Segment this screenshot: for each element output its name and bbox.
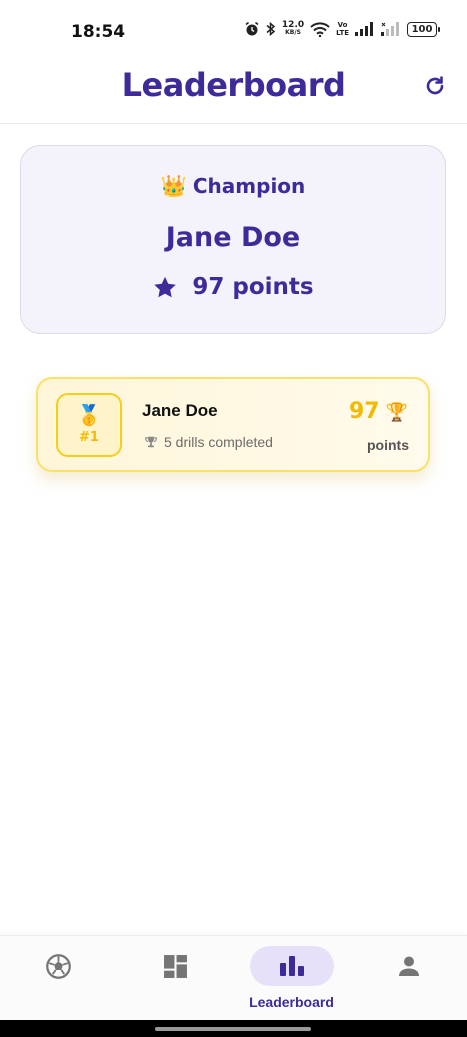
battery-indicator: 100 (407, 21, 440, 37)
score-value: 97 (348, 399, 380, 424)
drills-text: 5 drills completed (164, 434, 273, 450)
trophy-outline-icon (145, 436, 157, 448)
signal-strength-icon (355, 22, 373, 36)
rank-label: #1 (79, 429, 99, 445)
leaderboard-screen: 18:54 12.0 KB/S Vo LTE 100 Leaderboard 👑… (0, 0, 467, 1037)
nav-item-drills[interactable] (0, 936, 117, 1021)
alarm-icon (245, 21, 259, 36)
nav-item-profile[interactable] (350, 936, 467, 1021)
gold-medal-icon: 🥇 (76, 404, 102, 427)
champion-card: 👑 Champion Jane Doe 97 points (20, 145, 446, 334)
soccer-ball-icon (46, 953, 71, 979)
status-icons: 12.0 KB/S Vo LTE 100 (244, 20, 440, 37)
app-header: Leaderboard (0, 62, 467, 124)
champion-label: Champion (192, 174, 306, 198)
home-indicator[interactable] (155, 1027, 311, 1031)
system-navigation-bar (0, 1020, 467, 1037)
rank-badge: 🥇 #1 (56, 393, 122, 457)
nav-item-leaderboard[interactable]: Leaderboard (233, 936, 350, 1021)
champion-name: Jane Doe (165, 222, 301, 253)
bluetooth-icon (266, 21, 276, 37)
leaderboard-row[interactable]: 🥇 #1 Jane Doe 5 drills completed 97 🏆 po… (36, 377, 430, 472)
person-icon (398, 956, 419, 976)
score-row: 97 🏆 (349, 399, 408, 424)
refresh-button[interactable] (421, 72, 449, 100)
crown-icon: 👑 (160, 174, 187, 198)
bottom-navigation: Leaderboard (0, 935, 467, 1020)
player-name: Jane Doe (142, 401, 218, 420)
wifi-icon (310, 21, 330, 37)
star-icon (154, 276, 177, 297)
trophy-icon: 🏆 (385, 401, 408, 422)
nav-label-leaderboard: Leaderboard (249, 994, 334, 1010)
status-time: 18:54 (71, 22, 126, 42)
points-unit: points (367, 437, 409, 453)
nav-item-dashboard[interactable] (117, 936, 234, 1021)
drills-completed: 5 drills completed (144, 434, 273, 450)
status-bar: 18:54 12.0 KB/S Vo LTE 100 (0, 0, 467, 62)
network-speed: 12.0 KB/S (281, 20, 305, 37)
signal-strength-weak-icon (381, 22, 399, 36)
volte-indicator: Vo LTE (336, 21, 349, 37)
champion-label-row: 👑 Champion (21, 174, 445, 198)
champion-points-row: 97 points (21, 274, 445, 300)
page-title: Leaderboard (121, 66, 346, 104)
bar-chart-icon (279, 956, 304, 976)
champion-points: 97 points (192, 274, 314, 300)
refresh-icon (426, 76, 444, 95)
dashboard-icon (164, 954, 187, 978)
